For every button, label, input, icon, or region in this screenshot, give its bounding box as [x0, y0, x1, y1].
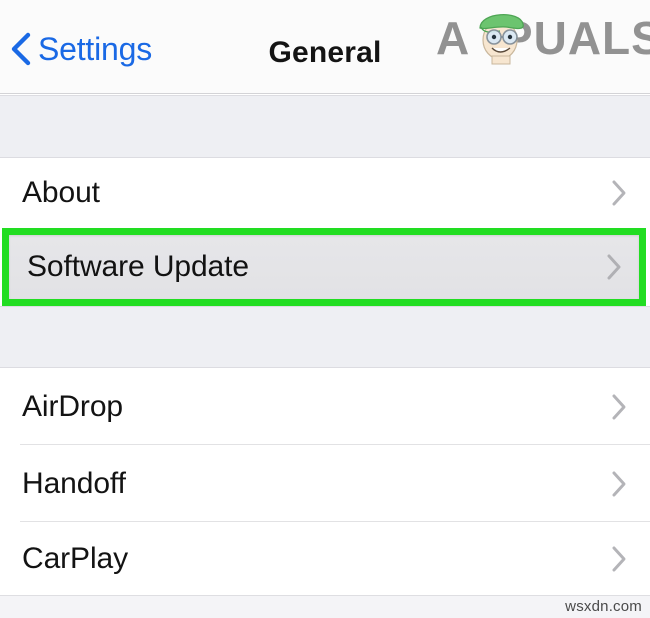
ios-settings-general-screen: Settings General APPUALS: [0, 0, 650, 618]
list-item-carplay[interactable]: CarPlay: [0, 522, 650, 595]
list-item-label: CarPlay: [22, 541, 128, 575]
list-item-handoff[interactable]: Handoff: [0, 445, 650, 522]
footer-watermark-text: wsxdn.com: [565, 598, 642, 615]
list-item-label: Software Update: [27, 250, 249, 283]
list-item-label: Handoff: [22, 466, 126, 500]
list-item-label: About: [22, 176, 100, 209]
footer-bar: wsxdn.com: [0, 595, 650, 618]
chevron-right-icon: [612, 546, 626, 571]
page-title: General: [268, 36, 382, 69]
list-item-about[interactable]: About: [0, 158, 650, 228]
list-item-airdrop[interactable]: AirDrop: [0, 368, 650, 445]
section-gap-middle: [0, 306, 650, 368]
list-item-software-update[interactable]: Software Update: [2, 228, 646, 306]
navigation-bar: Settings General APPUALS: [0, 0, 650, 94]
chevron-right-icon: [612, 180, 626, 206]
chevron-right-icon: [612, 471, 626, 496]
chevron-right-icon: [612, 394, 626, 419]
section-gap-top: [0, 95, 650, 158]
chevron-right-icon: [607, 254, 621, 280]
list-item-label: AirDrop: [22, 389, 123, 423]
